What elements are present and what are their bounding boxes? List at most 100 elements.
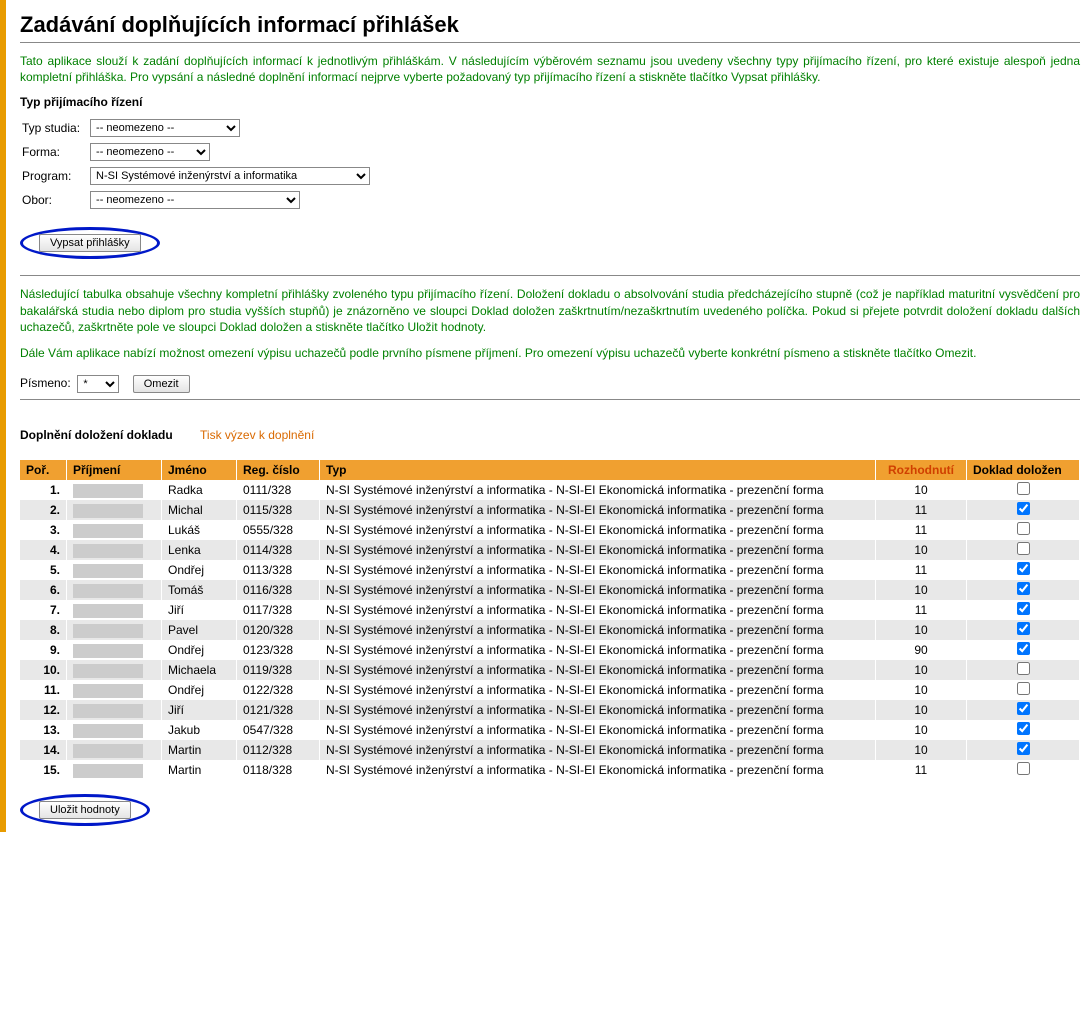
doklad-checkbox[interactable] xyxy=(1017,682,1030,695)
cell-por: 2. xyxy=(20,500,67,520)
cell-por: 12. xyxy=(20,700,67,720)
doklad-checkbox[interactable] xyxy=(1017,642,1030,655)
forma-select[interactable]: -- neomezeno -- xyxy=(90,143,210,161)
redacted-surname xyxy=(73,664,143,678)
cell-prijmeni xyxy=(67,700,162,720)
obor-select[interactable]: -- neomezeno -- xyxy=(90,191,300,209)
cell-rozhodnuti: 10 xyxy=(876,740,967,760)
doklad-checkbox[interactable] xyxy=(1017,662,1030,675)
cell-prijmeni xyxy=(67,720,162,740)
cell-doklad xyxy=(967,560,1080,580)
doklad-checkbox[interactable] xyxy=(1017,502,1030,515)
cell-por: 14. xyxy=(20,740,67,760)
cell-typ: N-SI Systémové inženýrství a informatika… xyxy=(320,500,876,520)
cell-rozhodnuti: 10 xyxy=(876,660,967,680)
cell-por: 6. xyxy=(20,580,67,600)
table-row: 8.Pavel0120/328N-SI Systémové inženýrstv… xyxy=(20,620,1080,640)
doklad-checkbox[interactable] xyxy=(1017,702,1030,715)
th-reg: Reg. číslo xyxy=(237,460,320,480)
cell-prijmeni xyxy=(67,560,162,580)
cell-rozhodnuti: 10 xyxy=(876,720,967,740)
table-row: 1.Radka0111/328N-SI Systémové inženýrstv… xyxy=(20,480,1080,500)
doklad-checkbox[interactable] xyxy=(1017,522,1030,535)
cell-rozhodnuti: 11 xyxy=(876,560,967,580)
cell-prijmeni xyxy=(67,620,162,640)
vypsat-highlight: Vypsat přihlášky xyxy=(20,227,160,259)
tab-doplneni[interactable]: Doplnění doložení dokladu xyxy=(20,428,173,442)
filter-heading: Typ přijímacího řízení xyxy=(20,95,1080,109)
cell-doklad xyxy=(967,660,1080,680)
cell-reg: 0555/328 xyxy=(237,520,320,540)
cell-rozhodnuti: 10 xyxy=(876,620,967,640)
table-row: 7.Jiří0117/328N-SI Systémové inženýrství… xyxy=(20,600,1080,620)
applications-table: Poř. Příjmení Jméno Reg. číslo Typ Rozho… xyxy=(20,460,1080,780)
pismeno-label: Písmeno: xyxy=(20,376,71,390)
table-row: 10.Michaela0119/328N-SI Systémové inžený… xyxy=(20,660,1080,680)
cell-prijmeni xyxy=(67,640,162,660)
forma-label: Forma: xyxy=(22,141,88,163)
th-rozhodnuti[interactable]: Rozhodnutí xyxy=(876,460,967,480)
redacted-surname xyxy=(73,544,143,558)
cell-doklad xyxy=(967,520,1080,540)
doklad-checkbox[interactable] xyxy=(1017,482,1030,495)
redacted-surname xyxy=(73,604,143,618)
filter-form: Typ studia: -- neomezeno -- Forma: -- ne… xyxy=(20,115,380,213)
cell-rozhodnuti: 11 xyxy=(876,500,967,520)
cell-jmeno: Jiří xyxy=(162,700,237,720)
redacted-surname xyxy=(73,644,143,658)
cell-doklad xyxy=(967,740,1080,760)
table-row: 13.Jakub0547/328N-SI Systémové inženýrst… xyxy=(20,720,1080,740)
doklad-checkbox[interactable] xyxy=(1017,762,1030,775)
redacted-surname xyxy=(73,764,143,778)
cell-por: 9. xyxy=(20,640,67,660)
doklad-checkbox[interactable] xyxy=(1017,602,1030,615)
cell-prijmeni xyxy=(67,680,162,700)
cell-typ: N-SI Systémové inženýrství a informatika… xyxy=(320,680,876,700)
ulozit-hodnoty-button[interactable]: Uložit hodnoty xyxy=(39,801,131,819)
doklad-checkbox[interactable] xyxy=(1017,582,1030,595)
doklad-checkbox[interactable] xyxy=(1017,722,1030,735)
intro-paragraph: Tato aplikace slouží k zadání doplňující… xyxy=(20,53,1080,85)
cell-typ: N-SI Systémové inženýrství a informatika… xyxy=(320,760,876,780)
redacted-surname xyxy=(73,564,143,578)
cell-por: 1. xyxy=(20,480,67,500)
cell-reg: 0117/328 xyxy=(237,600,320,620)
th-jmeno: Jméno xyxy=(162,460,237,480)
program-select[interactable]: N-SI Systémové inženýrství a informatika xyxy=(90,167,370,185)
th-prijmeni: Příjmení xyxy=(67,460,162,480)
cell-jmeno: Michaela xyxy=(162,660,237,680)
pismeno-select[interactable]: * xyxy=(77,375,119,393)
redacted-surname xyxy=(73,584,143,598)
cell-prijmeni xyxy=(67,760,162,780)
typ-studia-label: Typ studia: xyxy=(22,117,88,139)
cell-por: 11. xyxy=(20,680,67,700)
typ-studia-select[interactable]: -- neomezeno -- xyxy=(90,119,240,137)
cell-jmeno: Ondřej xyxy=(162,640,237,660)
omezit-button[interactable]: Omezit xyxy=(133,375,190,393)
redacted-surname xyxy=(73,724,143,738)
tab-tisk-vyzev[interactable]: Tisk výzev k doplnění xyxy=(200,428,314,442)
cell-doklad xyxy=(967,480,1080,500)
cell-typ: N-SI Systémové inženýrství a informatika… xyxy=(320,600,876,620)
cell-doklad xyxy=(967,720,1080,740)
cell-prijmeni xyxy=(67,580,162,600)
doklad-checkbox[interactable] xyxy=(1017,562,1030,575)
cell-typ: N-SI Systémové inženýrství a informatika… xyxy=(320,740,876,760)
cell-reg: 0123/328 xyxy=(237,640,320,660)
program-label: Program: xyxy=(22,165,88,187)
cell-rozhodnuti: 10 xyxy=(876,700,967,720)
vypsat-prihlasky-button[interactable]: Vypsat přihlášky xyxy=(39,234,141,252)
cell-jmeno: Pavel xyxy=(162,620,237,640)
cell-por: 15. xyxy=(20,760,67,780)
table-row: 9.Ondřej0123/328N-SI Systémové inženýrst… xyxy=(20,640,1080,660)
cell-jmeno: Jakub xyxy=(162,720,237,740)
cell-jmeno: Tomáš xyxy=(162,580,237,600)
doklad-checkbox[interactable] xyxy=(1017,742,1030,755)
cell-reg: 0547/328 xyxy=(237,720,320,740)
redacted-surname xyxy=(73,504,143,518)
cell-rozhodnuti: 11 xyxy=(876,520,967,540)
cell-reg: 0120/328 xyxy=(237,620,320,640)
cell-jmeno: Radka xyxy=(162,480,237,500)
doklad-checkbox[interactable] xyxy=(1017,542,1030,555)
doklad-checkbox[interactable] xyxy=(1017,622,1030,635)
